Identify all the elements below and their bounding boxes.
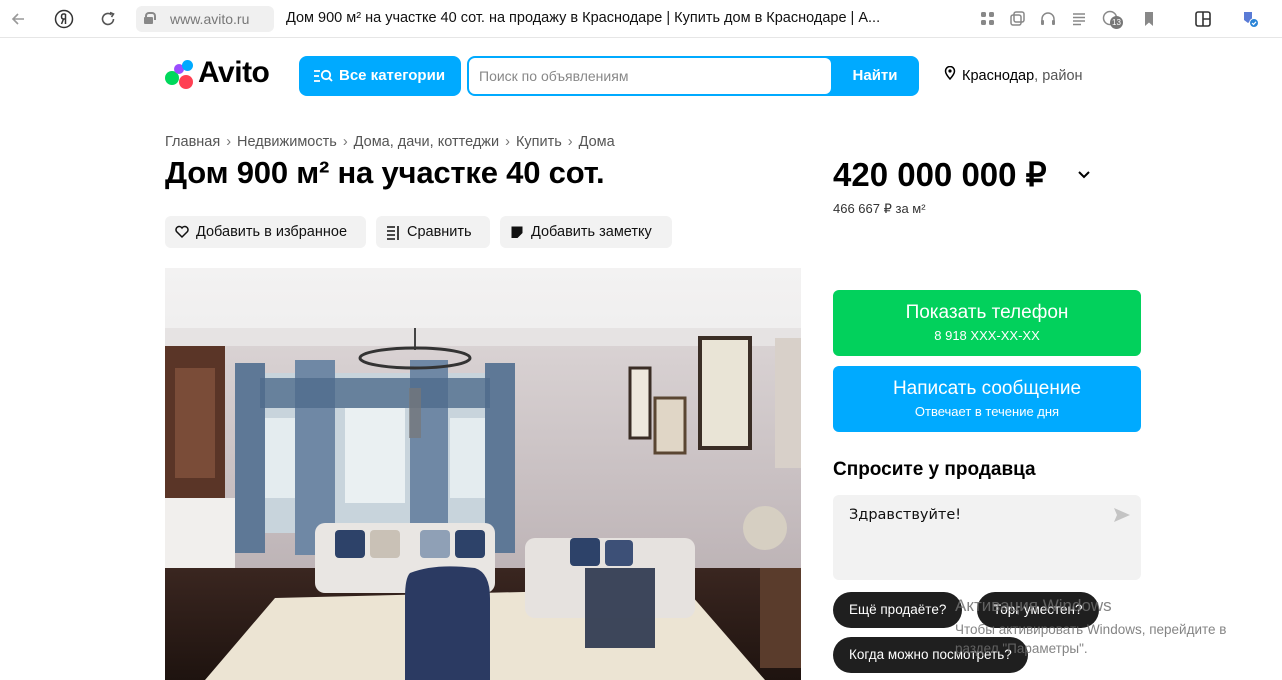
bookmark-icon[interactable] bbox=[1139, 9, 1159, 29]
write-message-label: Написать сообщение bbox=[892, 378, 1082, 399]
living-room-photo bbox=[165, 268, 801, 680]
all-categories-button[interactable]: Все категории bbox=[299, 56, 461, 96]
add-note-label: Добавить заметку bbox=[531, 224, 652, 240]
search-input[interactable] bbox=[469, 58, 831, 94]
breadcrumb-real-estate[interactable]: Недвижимость bbox=[237, 134, 337, 150]
breadcrumb-separator-icon: › bbox=[226, 134, 232, 150]
notification-badge: 13 bbox=[1110, 16, 1123, 29]
add-to-favorites-button[interactable]: Добавить в избранное bbox=[165, 216, 366, 248]
quick-question-still-selling[interactable]: Ещё продаёте? bbox=[833, 592, 963, 628]
masked-phone-number: 8 918 XXX-XX-XX bbox=[934, 328, 1040, 343]
listing-price: 420 000 000 ₽ bbox=[833, 156, 1047, 193]
back-arrow-icon[interactable] bbox=[8, 8, 30, 30]
location-region: , район bbox=[1034, 68, 1083, 84]
compare-button[interactable]: Сравнить bbox=[376, 216, 490, 248]
listing-title: Дом 900 м² на участке 40 сот. bbox=[165, 155, 605, 190]
location-city: Краснодар bbox=[962, 68, 1035, 84]
compare-label: Сравнить bbox=[407, 224, 472, 240]
headphones-icon[interactable] bbox=[1038, 9, 1058, 29]
chevron-down-icon[interactable] bbox=[1076, 166, 1092, 182]
show-phone-button[interactable]: Показать телефон 8 918 XXX-XX-XX bbox=[833, 290, 1141, 356]
reload-icon[interactable] bbox=[97, 8, 119, 30]
breadcrumb-buy[interactable]: Купить bbox=[516, 134, 562, 150]
add-note-button[interactable]: Добавить заметку bbox=[500, 216, 672, 248]
write-message-button[interactable]: Написать сообщение Отвечает в течение дн… bbox=[833, 366, 1141, 432]
search-bar: Найти bbox=[467, 56, 919, 96]
ask-seller-message-field[interactable]: Здравствуйте! bbox=[833, 495, 1103, 580]
reader-mode-icon[interactable] bbox=[1069, 9, 1089, 29]
response-time: Отвечает в течение дня bbox=[914, 404, 1060, 419]
quick-question-bargain[interactable]: Торг уместен? bbox=[977, 592, 1099, 628]
add-to-favorites-label: Добавить в избранное bbox=[196, 224, 348, 240]
extensions-icon[interactable] bbox=[1193, 9, 1213, 29]
ask-seller-box: Здравствуйте! bbox=[833, 495, 1141, 580]
lock-icon bbox=[144, 12, 156, 24]
ask-seller-heading: Спросите у продавца bbox=[833, 459, 1036, 480]
heart-icon bbox=[175, 216, 189, 260]
logo-wordmark: Avito bbox=[198, 56, 270, 89]
compare-icon bbox=[386, 216, 400, 260]
address-url: www.avito.ru bbox=[170, 11, 250, 27]
location-selector[interactable]: Краснодар, район bbox=[944, 65, 1083, 84]
show-phone-label: Показать телефон bbox=[905, 302, 1069, 323]
all-categories-label: Все категории bbox=[339, 67, 446, 84]
protect-shield-icon[interactable] bbox=[1240, 9, 1260, 29]
browser-page-title: Дом 900 м² на участке 40 сот. на продажу… bbox=[286, 10, 881, 26]
quick-question-when-view[interactable]: Когда можно посмотреть? bbox=[833, 637, 1028, 673]
price-per-sqm: 466 667 ₽ за м² bbox=[833, 201, 926, 216]
categories-search-icon bbox=[313, 68, 333, 87]
logo-dots-icon bbox=[165, 60, 195, 90]
breadcrumb-home[interactable]: Главная bbox=[165, 134, 220, 150]
search-button[interactable]: Найти bbox=[835, 67, 915, 84]
breadcrumb-houses-cottages[interactable]: Дома, дачи, коттеджи bbox=[354, 134, 499, 150]
browser-toolbar: www.avito.ru Дом 900 м² на участке 40 со… bbox=[0, 0, 1282, 38]
send-icon[interactable] bbox=[1113, 507, 1131, 528]
breadcrumb-separator-icon: › bbox=[567, 134, 573, 150]
listing-photo[interactable] bbox=[165, 268, 801, 680]
services-grid-icon[interactable] bbox=[978, 9, 998, 29]
address-bar[interactable]: www.avito.ru bbox=[136, 6, 274, 32]
breadcrumb-separator-icon: › bbox=[342, 134, 348, 150]
breadcrumb-houses[interactable]: Дома bbox=[579, 134, 615, 150]
collections-icon[interactable] bbox=[1007, 9, 1027, 29]
breadcrumb-separator-icon: › bbox=[505, 134, 510, 150]
map-pin-icon bbox=[944, 65, 958, 83]
note-icon bbox=[510, 216, 524, 260]
yandex-icon[interactable] bbox=[53, 8, 75, 30]
breadcrumb: Главная › Недвижимость › Дома, дачи, коттедж… bbox=[165, 134, 615, 150]
